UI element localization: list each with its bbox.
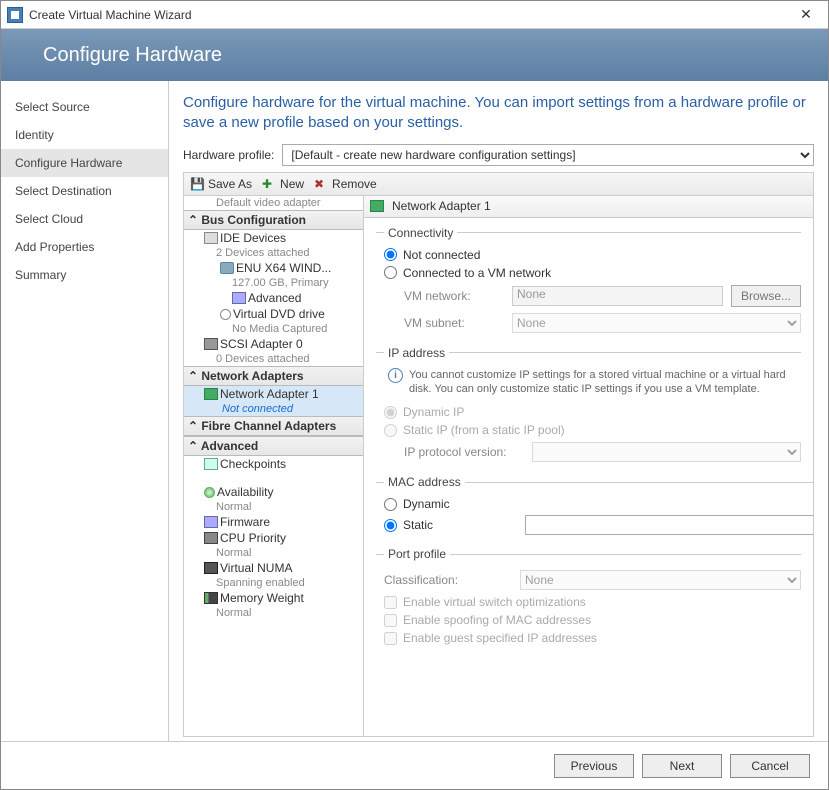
dvd-status: No Media Captured bbox=[184, 322, 363, 336]
disk-icon bbox=[220, 262, 234, 274]
window-title: Create Virtual Machine Wizard bbox=[29, 8, 192, 22]
checkpoints[interactable]: Checkpoints bbox=[184, 456, 363, 472]
guest-ip-checkbox bbox=[384, 632, 397, 645]
connected-radio[interactable] bbox=[384, 266, 397, 279]
availability[interactable]: Availability bbox=[184, 484, 363, 500]
detail-panel: Network Adapter 1 Connectivity Not conne… bbox=[364, 196, 813, 737]
app-icon bbox=[7, 7, 23, 23]
mac-dynamic-radio[interactable] bbox=[384, 498, 397, 511]
enu-disk-status: 127.00 GB, Primary bbox=[184, 276, 363, 290]
memory-icon bbox=[204, 592, 218, 604]
save-icon bbox=[190, 177, 204, 191]
cd-icon bbox=[220, 309, 231, 320]
availability-status: Normal bbox=[184, 500, 363, 514]
classification-select: None bbox=[520, 570, 801, 590]
advanced-disk[interactable]: Advanced bbox=[184, 290, 363, 306]
ide-devices[interactable]: IDE Devices bbox=[184, 230, 363, 246]
network-adapter-1[interactable]: Network Adapter 1Not connected bbox=[184, 386, 363, 416]
collapse-icon: ⌃ bbox=[188, 213, 198, 227]
fibre-channel-header[interactable]: ⌃ Fibre Channel Adapters bbox=[184, 416, 363, 436]
scsi-status: 0 Devices attached bbox=[184, 352, 363, 366]
port-profile-group: Port profile Classification: None Enable… bbox=[376, 547, 801, 653]
virtual-numa[interactable]: Virtual NUMA bbox=[184, 560, 363, 576]
toolbar: Save As New Remove bbox=[183, 172, 814, 196]
classification-label: Classification: bbox=[384, 573, 484, 587]
collapse-icon: ⌃ bbox=[188, 369, 198, 383]
step-select-cloud[interactable]: Select Cloud bbox=[1, 205, 168, 233]
collapse-icon: ⌃ bbox=[188, 439, 198, 453]
firmware-icon bbox=[204, 516, 218, 528]
scsi-icon bbox=[204, 338, 218, 350]
step-select-source[interactable]: Select Source bbox=[1, 93, 168, 121]
vm-subnet-select: None bbox=[512, 313, 801, 333]
ide-icon bbox=[204, 232, 218, 244]
bus-config-header[interactable]: ⌃ Bus Configuration bbox=[184, 210, 363, 230]
step-summary[interactable]: Summary bbox=[1, 261, 168, 289]
memory-status: Normal bbox=[184, 606, 363, 620]
ide-devices-status: 2 Devices attached bbox=[184, 246, 363, 260]
new-button[interactable]: New bbox=[262, 177, 304, 191]
availability-icon bbox=[204, 487, 215, 498]
title-bar: Create Virtual Machine Wizard ✕ bbox=[1, 1, 828, 29]
numa-icon bbox=[204, 562, 218, 574]
cpu-icon bbox=[204, 532, 218, 544]
cancel-button[interactable]: Cancel bbox=[730, 754, 810, 778]
save-as-button[interactable]: Save As bbox=[190, 177, 252, 191]
step-select-destination[interactable]: Select Destination bbox=[1, 177, 168, 205]
connectivity-group: Connectivity Not connected Connected to … bbox=[376, 226, 801, 342]
mac-address-field[interactable] bbox=[525, 515, 813, 535]
advanced-icon bbox=[232, 292, 246, 304]
vm-network-field: None bbox=[512, 286, 723, 306]
step-configure-hardware[interactable]: Configure Hardware bbox=[1, 149, 168, 177]
info-icon: i bbox=[388, 368, 403, 383]
vm-subnet-label: VM subnet: bbox=[404, 316, 504, 330]
hardware-profile-select[interactable]: [Default - create new hardware configura… bbox=[282, 144, 814, 166]
cpu-status: Normal bbox=[184, 546, 363, 560]
hardware-profile-label: Hardware profile: bbox=[183, 148, 274, 162]
close-button[interactable]: ✕ bbox=[784, 1, 828, 28]
dynamic-ip-radio bbox=[384, 406, 397, 419]
ip-protocol-select bbox=[532, 442, 801, 462]
mac-static-radio[interactable] bbox=[384, 519, 397, 532]
switch-opt-checkbox bbox=[384, 596, 397, 609]
video-adapter-status: Default video adapter bbox=[184, 196, 363, 210]
network-adapters-header[interactable]: ⌃ Network Adapters bbox=[184, 366, 363, 386]
hardware-tree[interactable]: Default video adapter ⌃ Bus Configuratio… bbox=[184, 196, 364, 737]
spoofing-checkbox bbox=[384, 614, 397, 627]
ip-protocol-label: IP protocol version: bbox=[404, 445, 524, 459]
ip-address-group: IP address i You cannot customize IP set… bbox=[376, 346, 801, 472]
plus-icon bbox=[262, 177, 276, 191]
memory-weight[interactable]: Memory Weight bbox=[184, 590, 363, 606]
numa-status: Spanning enabled bbox=[184, 576, 363, 590]
browse-button[interactable]: Browse... bbox=[731, 285, 801, 307]
firmware[interactable]: Firmware bbox=[184, 514, 363, 530]
scsi-adapter[interactable]: SCSI Adapter 0 bbox=[184, 336, 363, 352]
vm-network-label: VM network: bbox=[404, 289, 504, 303]
nic-icon bbox=[370, 200, 384, 212]
not-connected-radio[interactable] bbox=[384, 248, 397, 261]
detail-title: Network Adapter 1 bbox=[392, 199, 491, 213]
banner: Configure Hardware bbox=[1, 29, 828, 81]
ip-info-message: You cannot customize IP settings for a s… bbox=[409, 368, 797, 398]
step-add-properties[interactable]: Add Properties bbox=[1, 233, 168, 261]
next-button[interactable]: Next bbox=[642, 754, 722, 778]
collapse-icon: ⌃ bbox=[188, 419, 198, 433]
previous-button[interactable]: Previous bbox=[554, 754, 634, 778]
step-identity[interactable]: Identity bbox=[1, 121, 168, 149]
enu-disk[interactable]: ENU X64 WIND... bbox=[184, 260, 363, 276]
wizard-steps: Select Source Identity Configure Hardwar… bbox=[1, 81, 169, 741]
page-description: Configure hardware for the virtual machi… bbox=[183, 93, 814, 134]
page-heading: Configure Hardware bbox=[43, 44, 222, 67]
detail-header: Network Adapter 1 bbox=[364, 196, 813, 218]
remove-icon bbox=[314, 177, 328, 191]
cpu-priority[interactable]: CPU Priority bbox=[184, 530, 363, 546]
remove-button[interactable]: Remove bbox=[314, 177, 377, 191]
footer: Previous Next Cancel bbox=[1, 741, 828, 789]
mac-address-group: MAC address Dynamic Static bbox=[376, 475, 813, 543]
advanced-header[interactable]: ⌃ Advanced bbox=[184, 436, 363, 456]
dvd-drive[interactable]: Virtual DVD drive bbox=[184, 306, 363, 322]
checkpoint-icon bbox=[204, 458, 218, 470]
nic-icon bbox=[204, 388, 218, 400]
static-ip-radio bbox=[384, 424, 397, 437]
